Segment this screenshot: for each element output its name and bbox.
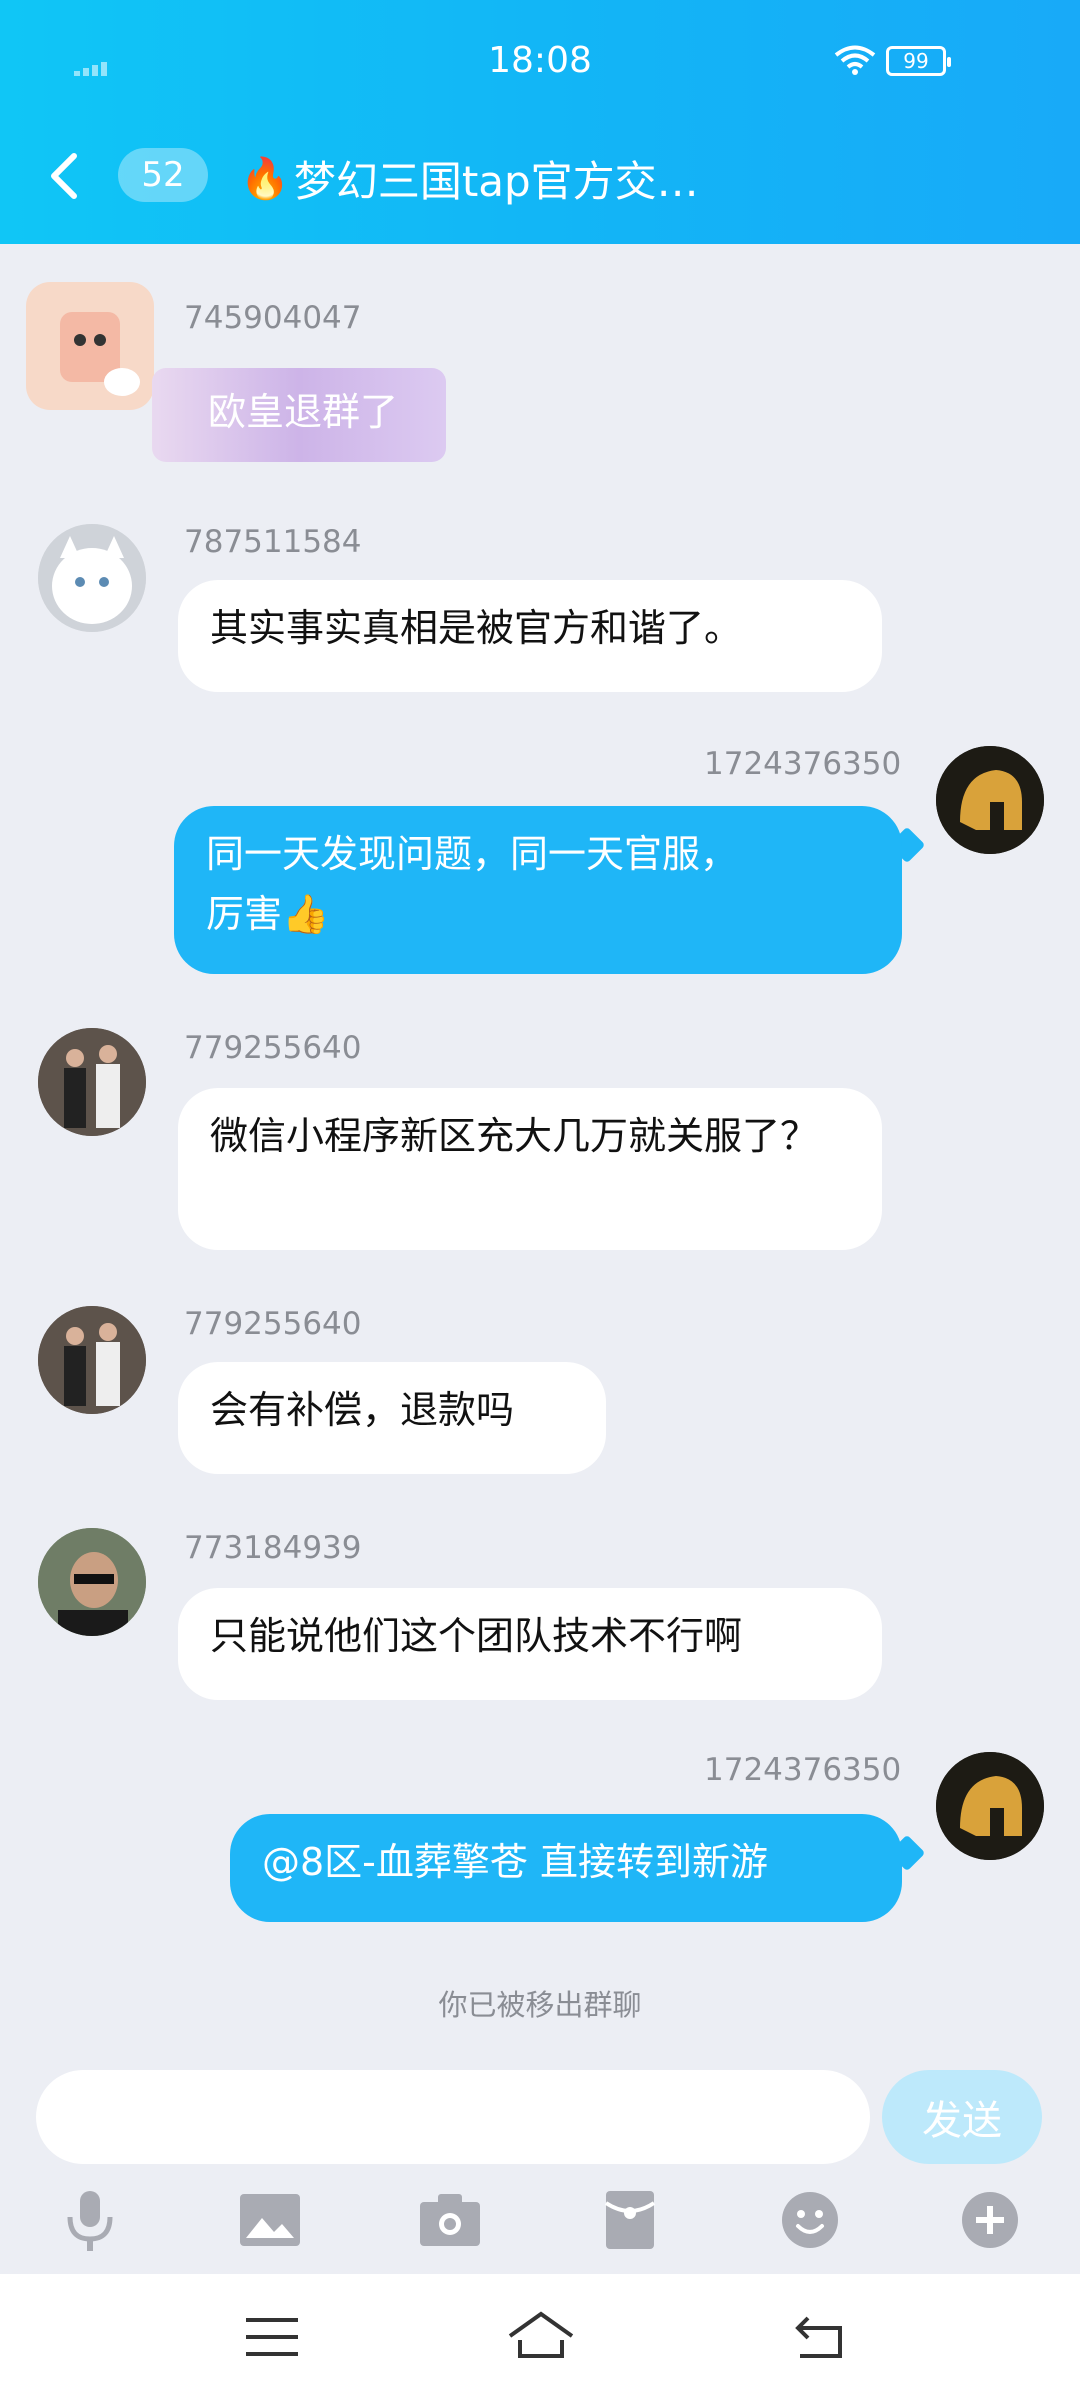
- chat-navbar: 52 🔥 梦幻三国tap官方交…: [0, 140, 1080, 212]
- status-bar: 18:08 99: [0, 38, 1080, 88]
- message-text-line: 厉害👍: [206, 892, 330, 936]
- chat-title[interactable]: 🔥 梦幻三国tap官方交…: [240, 148, 699, 209]
- avatar[interactable]: [38, 524, 146, 632]
- message-text: 只能说他们这个团队技术不行啊: [210, 1614, 743, 1658]
- message-bubble[interactable]: 只能说他们这个团队技术不行啊: [178, 1588, 882, 1700]
- mic-icon[interactable]: [50, 2180, 130, 2260]
- header: 18:08 99 52 🔥 梦幻三国tap官方交…: [0, 0, 1080, 244]
- sender-id: 1724376350: [704, 746, 902, 782]
- system-notice: 你已被移出群聊: [438, 1988, 642, 2022]
- emoji-icon[interactable]: [770, 2180, 850, 2260]
- message-bubble[interactable]: 其实事实真相是被官方和谐了。: [178, 580, 882, 692]
- avatar[interactable]: [936, 1752, 1044, 1860]
- message-text-line: 同一天发现问题，同一天官服，: [206, 832, 739, 876]
- back-arrow-icon[interactable]: [40, 148, 90, 204]
- avatar[interactable]: [38, 1306, 146, 1414]
- chat-title-text: 梦幻三国tap官方交…: [293, 157, 699, 206]
- camera-icon[interactable]: [410, 2180, 490, 2260]
- avatar[interactable]: [936, 746, 1044, 854]
- message-text: 会有补偿，退款吗: [210, 1388, 515, 1432]
- menu-icon[interactable]: [242, 2310, 302, 2364]
- message-bubble[interactable]: 会有补偿，退款吗: [178, 1362, 606, 1474]
- message-bubble[interactable]: 同一天发现问题，同一天官服， 厉害👍: [174, 806, 902, 974]
- plus-icon[interactable]: [950, 2180, 1030, 2260]
- message-text: 微信小程序新区充大几万就关服了？: [210, 1114, 819, 1158]
- send-button[interactable]: 发送: [882, 2070, 1042, 2164]
- message-bubble[interactable]: 欧皇退群了: [152, 368, 447, 462]
- sender-id: 773184939: [184, 1530, 362, 1566]
- sender-id: 787511584: [184, 524, 362, 560]
- sender-id: 779255640: [184, 1030, 362, 1066]
- message-text: 欧皇退群了: [208, 390, 399, 434]
- message-bubble[interactable]: @8区-血葬擎苍 直接转到新游: [230, 1814, 902, 1922]
- back-icon[interactable]: [790, 2310, 850, 2364]
- message-text: 其实事实真相是被官方和谐了。: [210, 606, 743, 650]
- red-packet-icon[interactable]: [590, 2180, 670, 2260]
- wifi-icon: [834, 45, 876, 75]
- avatar[interactable]: [38, 1528, 146, 1636]
- image-icon[interactable]: [230, 2180, 310, 2260]
- avatar[interactable]: [26, 282, 154, 410]
- fire-icon: 🔥: [240, 156, 290, 202]
- system-navigation-bar: [0, 2274, 1080, 2400]
- unread-count-badge[interactable]: 52: [118, 148, 208, 202]
- message-text: @8区-血葬擎苍 直接转到新游: [262, 1840, 768, 1884]
- message-input[interactable]: [36, 2070, 870, 2164]
- sender-id: 1724376350: [704, 1752, 902, 1788]
- home-icon[interactable]: [506, 2310, 576, 2364]
- sender-id: 745904047: [184, 300, 362, 336]
- sender-id: 779255640: [184, 1306, 362, 1342]
- avatar[interactable]: [38, 1028, 146, 1136]
- message-bubble[interactable]: 微信小程序新区充大几万就关服了？: [178, 1088, 882, 1250]
- battery-indicator: 99: [886, 46, 951, 76]
